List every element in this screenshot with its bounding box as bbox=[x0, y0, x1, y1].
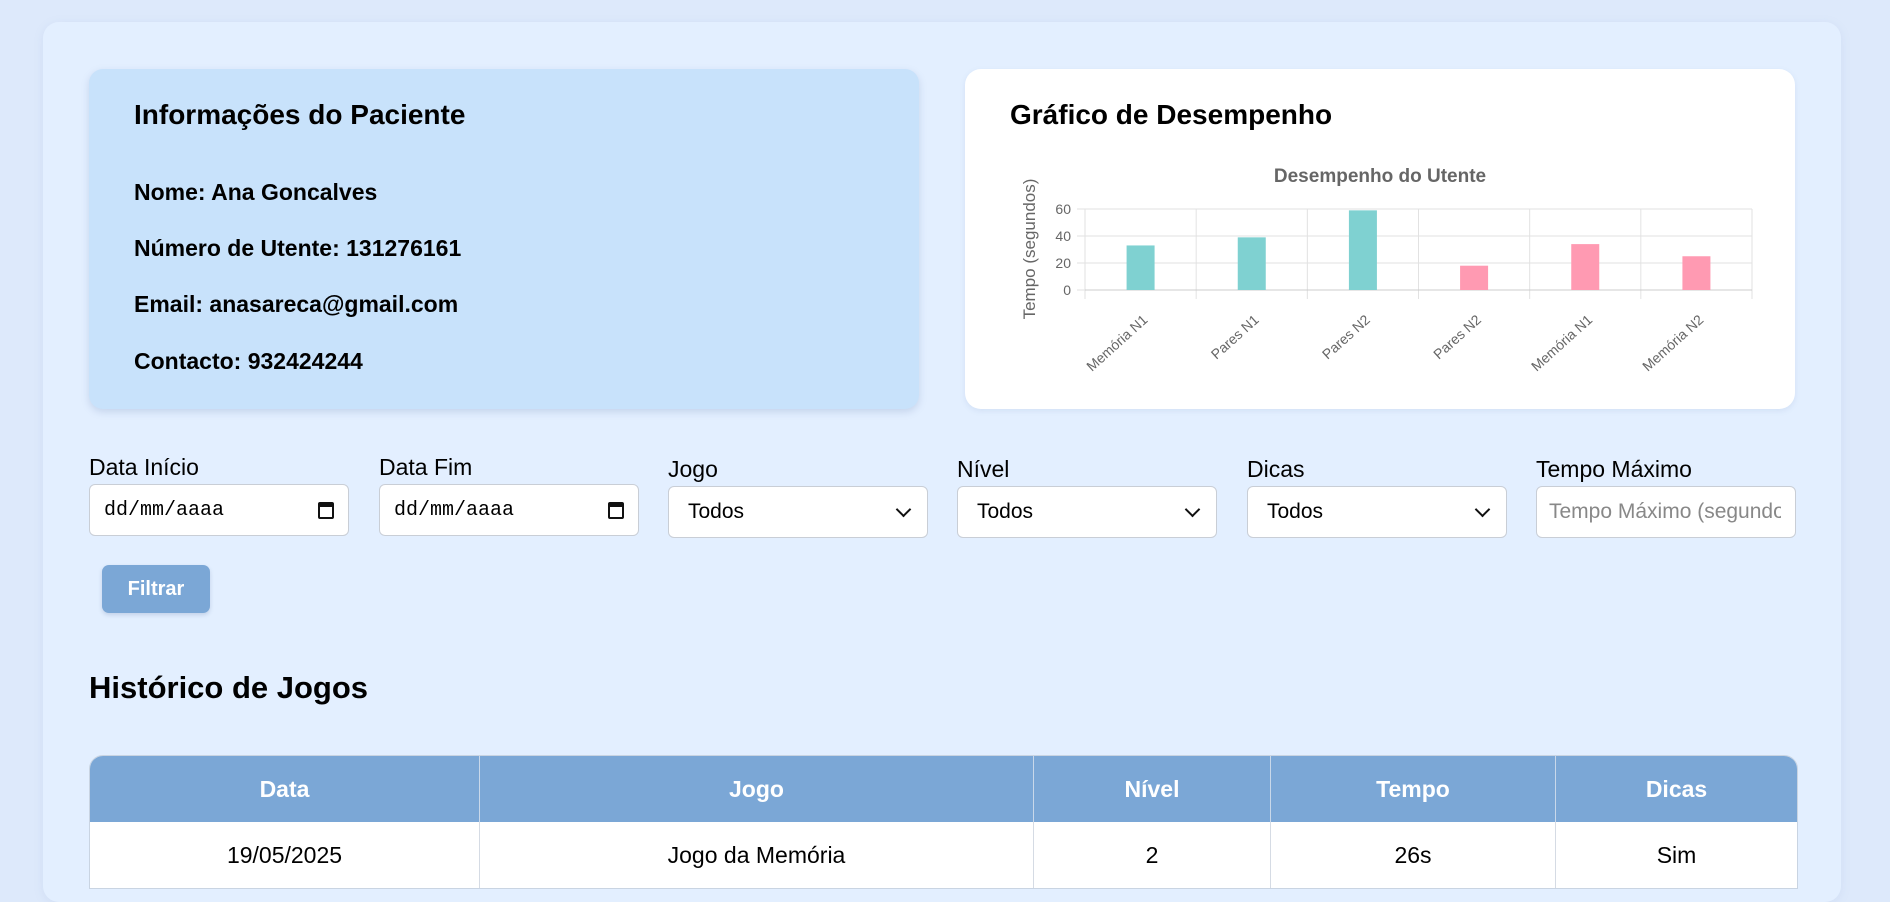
end-date-field: Data Fim dd/mm/aaaa bbox=[379, 452, 639, 536]
game-field: Jogo Todos bbox=[668, 454, 928, 538]
level-select[interactable]: Todos bbox=[957, 486, 1217, 538]
table-row: 19/05/2025 Jogo da Memória 2 26s Sim bbox=[90, 822, 1797, 888]
game-select[interactable]: Todos bbox=[668, 486, 928, 538]
end-date-label: Data Fim bbox=[379, 454, 473, 480]
column-header-hints[interactable]: Dicas bbox=[1555, 756, 1797, 822]
bar bbox=[1348, 210, 1377, 290]
history-table: Data Jogo Nível Tempo Dicas 19/05/2025 J… bbox=[89, 755, 1798, 889]
chart-title: Desempenho do Utente bbox=[1274, 166, 1486, 187]
hints-select[interactable]: Todos bbox=[1247, 486, 1507, 538]
calendar-icon[interactable] bbox=[318, 501, 334, 519]
level-label: Nível bbox=[957, 456, 1010, 482]
patient-number-value: 131276161 bbox=[346, 235, 462, 261]
calendar-icon[interactable] bbox=[608, 501, 624, 519]
patient-name-label: Nome: bbox=[134, 179, 206, 205]
level-select-value: Todos bbox=[977, 500, 1034, 523]
max-time-placeholder: Tempo Máximo (segundos) bbox=[1549, 500, 1781, 523]
patient-number-row: Número de Utente: 131276161 bbox=[134, 235, 461, 262]
start-date-input[interactable]: dd/mm/aaaa bbox=[89, 484, 349, 536]
x-tick-label: Memória N2 bbox=[1639, 311, 1707, 374]
max-time-field: Tempo Máximo Tempo Máximo (segundos) bbox=[1536, 454, 1796, 538]
table-header-row: Data Jogo Nível Tempo Dicas bbox=[90, 756, 1797, 822]
chevron-down-icon bbox=[1474, 501, 1491, 517]
max-time-input[interactable]: Tempo Máximo (segundos) bbox=[1536, 486, 1796, 538]
filter-button[interactable]: Filtrar bbox=[102, 565, 210, 613]
patient-info-card: Informações do Paciente Nome: Ana Goncal… bbox=[89, 69, 919, 409]
start-date-value: dd/mm/aaaa bbox=[104, 498, 225, 522]
max-time-label: Tempo Máximo bbox=[1536, 456, 1692, 482]
hints-select-value: Todos bbox=[1267, 500, 1324, 523]
hints-label: Dicas bbox=[1247, 456, 1305, 482]
column-header-level[interactable]: Nível bbox=[1033, 756, 1271, 822]
game-select-value: Todos bbox=[688, 500, 745, 523]
y-tick-label: 20 bbox=[1055, 255, 1071, 271]
x-tick-label: Memória N1 bbox=[1083, 311, 1151, 374]
bar bbox=[1237, 237, 1266, 290]
performance-chart: Desempenho do Utente Tempo (segundos) 0 20 4… bbox=[1020, 166, 1753, 374]
bar bbox=[1682, 256, 1711, 290]
bar bbox=[1460, 265, 1489, 290]
x-tick-label: Memória N1 bbox=[1528, 311, 1596, 374]
end-date-value: dd/mm/aaaa bbox=[394, 498, 515, 522]
bar bbox=[1571, 244, 1600, 290]
y-tick-label: 60 bbox=[1055, 201, 1071, 217]
bar bbox=[1126, 245, 1155, 290]
patient-email-value: anasareca@gmail.com bbox=[209, 291, 459, 317]
filter-bar: Data Início dd/mm/aaaa Data Fim dd/mm/aa… bbox=[89, 452, 1799, 542]
column-header-date[interactable]: Data bbox=[90, 756, 480, 822]
performance-chart-card: Gráfico de Desempenho Desempenho do Uten… bbox=[965, 69, 1795, 409]
patient-name-row: Nome: Ana Goncalves bbox=[134, 179, 377, 206]
y-axis-label: Tempo (segundos) bbox=[1020, 179, 1039, 320]
patient-name-value: Ana Goncalves bbox=[211, 179, 378, 205]
level-field: Nível Todos bbox=[957, 454, 1217, 538]
x-tick-label: Pares N2 bbox=[1430, 311, 1484, 362]
start-date-field: Data Início dd/mm/aaaa bbox=[89, 452, 349, 536]
start-date-label: Data Início bbox=[89, 454, 199, 480]
cell-game: Jogo da Memória bbox=[479, 822, 1034, 888]
patient-contact-label: Contacto: bbox=[134, 348, 242, 374]
y-tick-label: 40 bbox=[1055, 228, 1071, 244]
cell-time: 26s bbox=[1270, 822, 1556, 888]
patient-contact-row: Contacto: 932424244 bbox=[134, 348, 363, 375]
chevron-down-icon bbox=[1184, 501, 1201, 517]
cell-hints: Sim bbox=[1555, 822, 1797, 888]
cell-level: 2 bbox=[1033, 822, 1271, 888]
history-title: Histórico de Jogos bbox=[89, 670, 369, 705]
cell-date: 19/05/2025 bbox=[90, 822, 480, 888]
y-tick-label: 0 bbox=[1063, 282, 1071, 298]
hints-field: Dicas Todos bbox=[1247, 454, 1507, 538]
x-tick-label: Pares N2 bbox=[1319, 311, 1373, 362]
end-date-input[interactable]: dd/mm/aaaa bbox=[379, 484, 639, 536]
patient-info-title: Informações do Paciente bbox=[134, 99, 466, 130]
column-header-time[interactable]: Tempo bbox=[1270, 756, 1556, 822]
patient-number-label: Número de Utente: bbox=[134, 235, 340, 261]
column-header-game[interactable]: Jogo bbox=[479, 756, 1034, 822]
patient-email-row: Email: anasareca@gmail.com bbox=[134, 291, 458, 318]
chevron-down-icon bbox=[895, 501, 912, 517]
game-label: Jogo bbox=[668, 456, 718, 482]
patient-contact-value: 932424244 bbox=[247, 348, 363, 374]
patient-email-label: Email: bbox=[134, 291, 204, 317]
x-tick-label: Pares N1 bbox=[1208, 311, 1262, 362]
